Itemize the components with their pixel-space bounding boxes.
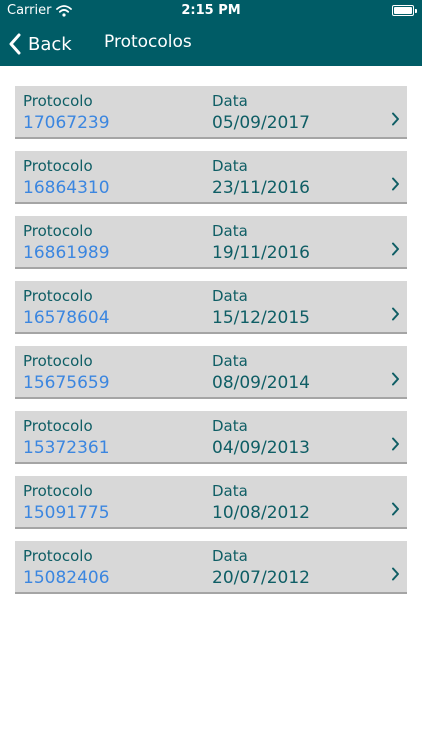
protocol-label: Protocolo: [23, 352, 93, 370]
protocol-row[interactable]: Protocolo 15082406 Data 20/07/2012: [15, 541, 407, 594]
protocol-label: Protocolo: [23, 482, 93, 500]
protocol-list: Protocolo 17067239 Data 05/09/2017 Proto…: [15, 86, 407, 606]
protocol-row[interactable]: Protocolo 15372361 Data 04/09/2013: [15, 411, 407, 464]
chevron-right-icon: [392, 177, 399, 191]
protocol-row[interactable]: Protocolo 16578604 Data 15/12/2015: [15, 281, 407, 334]
date-label: Data: [212, 417, 248, 435]
protocol-number: 17067239: [23, 113, 110, 133]
date-label: Data: [212, 92, 248, 110]
navigation-bar: Back Protocolos: [0, 22, 422, 66]
battery-icon: [392, 5, 417, 16]
protocol-label: Protocolo: [23, 417, 93, 435]
chevron-right-icon: [392, 567, 399, 581]
chevron-right-icon: [392, 437, 399, 451]
protocol-label: Protocolo: [23, 222, 93, 240]
protocol-row[interactable]: Protocolo 15675659 Data 08/09/2014: [15, 346, 407, 399]
chevron-right-icon: [392, 112, 399, 126]
protocol-row[interactable]: Protocolo 16861989 Data 19/11/2016: [15, 216, 407, 269]
back-button[interactable]: Back: [8, 30, 72, 58]
protocol-date: 08/09/2014: [212, 373, 310, 393]
protocol-number: 15372361: [23, 438, 110, 458]
chevron-right-icon: [392, 372, 399, 386]
chevron-right-icon: [392, 307, 399, 321]
protocol-label: Protocolo: [23, 157, 93, 175]
date-label: Data: [212, 482, 248, 500]
date-label: Data: [212, 222, 248, 240]
chevron-right-icon: [392, 242, 399, 256]
page-title: Protocolos: [104, 32, 192, 52]
protocol-row[interactable]: Protocolo 16864310 Data 23/11/2016: [15, 151, 407, 204]
status-time: 2:15 PM: [181, 3, 241, 18]
protocol-number: 16578604: [23, 308, 110, 328]
protocol-number: 15082406: [23, 568, 110, 588]
protocol-date: 05/09/2017: [212, 113, 310, 133]
protocol-number: 16864310: [23, 178, 110, 198]
date-label: Data: [212, 547, 248, 565]
protocol-number: 15675659: [23, 373, 110, 393]
protocol-number: 15091775: [23, 503, 110, 523]
protocol-row[interactable]: Protocolo 17067239 Data 05/09/2017: [15, 86, 407, 139]
date-label: Data: [212, 287, 248, 305]
date-label: Data: [212, 352, 248, 370]
back-label: Back: [28, 33, 72, 55]
protocol-row[interactable]: Protocolo 15091775 Data 10/08/2012: [15, 476, 407, 529]
protocol-date: 10/08/2012: [212, 503, 310, 523]
protocol-date: 20/07/2012: [212, 568, 310, 588]
protocol-date: 04/09/2013: [212, 438, 310, 458]
status-bar: Carrier 2:15 PM: [0, 0, 422, 22]
back-chevron-icon: [9, 33, 21, 55]
chevron-right-icon: [392, 502, 399, 516]
protocol-date: 23/11/2016: [212, 178, 310, 198]
protocol-date: 19/11/2016: [212, 243, 310, 263]
date-label: Data: [212, 157, 248, 175]
protocol-label: Protocolo: [23, 92, 93, 110]
protocol-date: 15/12/2015: [212, 308, 310, 328]
protocol-number: 16861989: [23, 243, 110, 263]
top-bar: Carrier 2:15 PM Back Protocolos: [0, 0, 422, 66]
protocol-label: Protocolo: [23, 287, 93, 305]
protocol-label: Protocolo: [23, 547, 93, 565]
